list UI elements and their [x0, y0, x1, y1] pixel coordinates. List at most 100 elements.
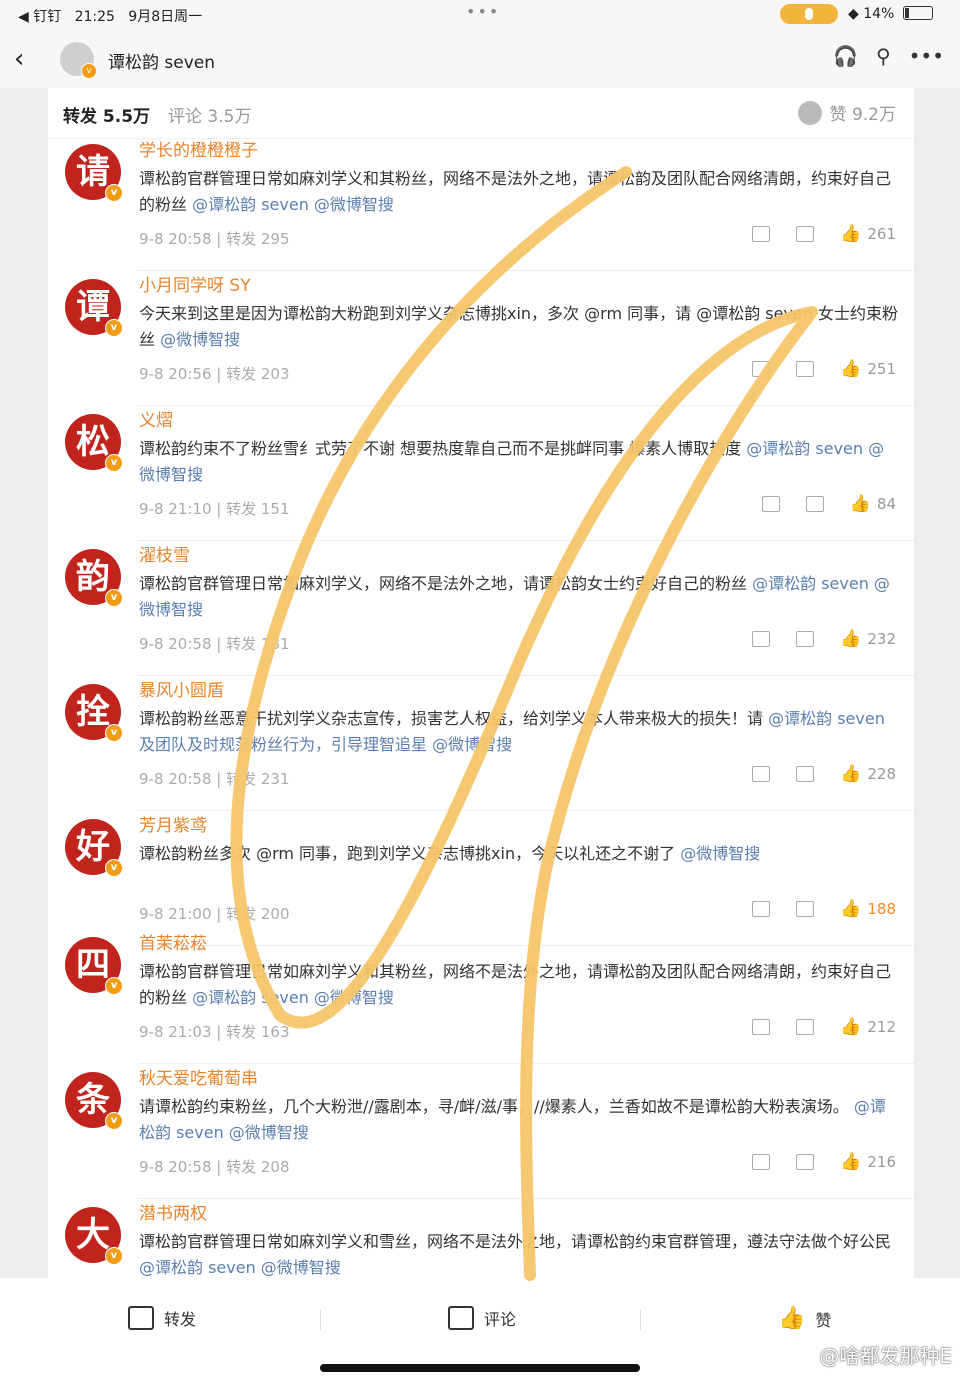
avatar-glyph: 大 [76, 1215, 110, 1255]
comment-button[interactable]: 评论 [448, 1306, 516, 1330]
timestamp: 9-8 21:10 [139, 500, 212, 518]
comment-item[interactable]: 大 v 潜书两权 谭松韵官群管理日常如麻刘学义和雪丝，网络不是法外之地，请谭松韵… [48, 1199, 914, 1278]
tab-likes[interactable]: 赞 9.2万 [797, 100, 896, 125]
comment-icon[interactable] [796, 766, 815, 782]
thumb-up-icon[interactable]: 👍 [840, 899, 861, 919]
mention-link[interactable]: @谭松韵 seven @微博智搜 [192, 195, 394, 214]
repost-icon[interactable] [752, 766, 771, 782]
comment-item[interactable]: 松 v 义熠 谭松韵约束不了粉丝雪纟式劳了不谢 想要热度靠自己而不是挑衅同事 爆… [48, 406, 914, 541]
avatar[interactable]: 四 v [65, 937, 123, 995]
comment-item[interactable]: 谭 v 小月同学呀 SY 今天来到这里是因为谭松韵大粉跑到刘学义杂志博挑xin，… [48, 271, 914, 406]
comment-item[interactable]: 韵 v 濯枝雪 谭松韵官群管理日常如麻刘学义，网络不是法外之地，请谭松韵女士约束… [48, 541, 914, 676]
username[interactable]: 小月同学呀 SY [139, 271, 251, 296]
username[interactable]: 濯枝雪 [139, 541, 190, 566]
comment-item[interactable]: 好 v 芳月紫鸢 谭松韵粉丝多次 @rm 同事，跑到刘学义杂志博挑xin，今天以… [48, 811, 914, 946]
username[interactable]: 首茉菘菘 [139, 929, 207, 954]
comment-icon[interactable] [805, 496, 824, 512]
thumb-up-icon[interactable]: 👍 [840, 224, 861, 244]
avatar[interactable]: 韵 v [65, 549, 123, 607]
thumb-up-icon[interactable]: 👍 [840, 629, 861, 649]
avatar [797, 100, 822, 125]
comment-actions: 👍 251 [726, 359, 896, 379]
username[interactable]: 暴风小圆盾 [139, 676, 224, 701]
thumb-up-icon[interactable]: 👍 [840, 764, 861, 784]
comment-meta: 9-8 20:58 | 转发 181 [139, 635, 290, 653]
mention-link[interactable]: @谭松韵 seven @微博智搜 [139, 1258, 341, 1277]
microphone-icon [780, 4, 838, 24]
comment-meta: 9-8 20:56 | 转发 203 [139, 365, 290, 383]
avatar[interactable]: 条 v [65, 1072, 123, 1130]
mention-link[interactable]: @微博智搜 [160, 330, 240, 349]
repost-count: 转发 200 [226, 905, 290, 923]
repost-icon[interactable] [752, 361, 771, 377]
page-title: 谭松韵 seven [108, 53, 216, 73]
avatar[interactable]: 松 v [65, 414, 123, 472]
comment-actions: 👍 228 [726, 764, 896, 784]
listen-icon[interactable]: 🎧 [833, 44, 858, 68]
comment-icon[interactable] [796, 1019, 815, 1035]
tab-repost[interactable]: 转发 5.5万 [63, 102, 150, 127]
comment-icon[interactable] [796, 226, 815, 242]
search-icon[interactable]: ⚲ [876, 44, 891, 68]
repost-button[interactable]: 转发 [128, 1306, 196, 1330]
like-count: 228 [867, 765, 896, 783]
thumb-up-icon[interactable]: 👍 [840, 1152, 861, 1172]
username[interactable]: 学长的橙橙橙子 [139, 136, 258, 161]
comment-item[interactable]: 请 v 学长的橙橙橙子 谭松韵官群管理日常如麻刘学义和其粉丝，网络不是法外之地，… [48, 136, 914, 271]
thumb-up-icon[interactable]: 👍 [840, 359, 861, 379]
username[interactable]: 义熠 [139, 406, 173, 431]
comment-text: 谭松韵粉丝多次 @rm 同事，跑到刘学义杂志博挑xin，今天以礼还之不谢了 @微… [139, 841, 899, 867]
tab-comment[interactable]: 评论 3.5万 [168, 102, 251, 127]
comment-item[interactable]: 四 v 首茉菘菘 谭松韵官群管理日常如麻刘学义和其粉丝，网络不是法外之地，请谭松… [48, 929, 914, 1064]
mention-link[interactable]: @谭松韵 seven @微博智搜 [192, 988, 394, 1007]
comment-actions: 👍 188 [726, 899, 896, 919]
home-indicator[interactable] [320, 1364, 640, 1372]
username[interactable]: 秋天爱吃葡萄串 [139, 1064, 258, 1089]
like-count: 251 [867, 360, 896, 378]
comment-body: 请谭松韵约束粉丝，几个大粉泄//露剧本，寻/衅/滋/事，//爆素人，兰香如故不是… [139, 1097, 849, 1116]
avatar[interactable]: v [60, 42, 97, 79]
multitask-dots-icon[interactable]: ••• [466, 2, 500, 21]
like-button[interactable]: 👍 赞 [778, 1306, 831, 1331]
comment-text: 谭松韵约束不了粉丝雪纟式劳了不谢 想要热度靠自己而不是挑衅同事 爆素人博取热度 … [139, 436, 899, 488]
like-count: 188 [867, 900, 896, 918]
avatar[interactable]: 请 v [65, 144, 123, 202]
thumb-up-icon[interactable]: 👍 [850, 494, 871, 514]
divider [320, 1310, 321, 1330]
like-count: 232 [867, 630, 896, 648]
comment-icon[interactable] [796, 901, 815, 917]
back-arrow-icon[interactable]: ‹ [14, 44, 24, 74]
avatar-glyph: 请 [76, 152, 110, 192]
comment-icon[interactable] [796, 631, 815, 647]
repost-icon[interactable] [752, 901, 771, 917]
repost-icon[interactable] [752, 1154, 771, 1170]
timestamp: 9-8 20:58 [139, 770, 212, 788]
mention-link[interactable]: @微博智搜 [680, 844, 760, 863]
verified-icon: v [105, 724, 123, 742]
avatar-glyph: 好 [76, 827, 110, 867]
comment-icon[interactable] [796, 1154, 815, 1170]
comment-icon[interactable] [796, 361, 815, 377]
repost-icon[interactable] [752, 226, 771, 242]
username[interactable]: 芳月紫鸢 [139, 811, 207, 836]
like-label: 赞 [815, 1310, 832, 1330]
avatar[interactable]: 好 v [65, 819, 123, 877]
like-count: 216 [867, 1153, 896, 1171]
verified-icon: v [105, 859, 123, 877]
thumb-up-icon[interactable]: 👍 [840, 1017, 861, 1037]
timestamp: 9-8 21:03 [139, 1023, 212, 1041]
timestamp: 9-8 20:58 [139, 635, 212, 653]
comment-item[interactable]: 拴 v 暴风小圆盾 谭松韵粉丝恶意干扰刘学义杂志宣传，损害艺人权益，给刘学义本人… [48, 676, 914, 811]
repost-icon[interactable] [761, 496, 780, 512]
repost-icon[interactable] [752, 631, 771, 647]
comment-text: 今天来到这里是因为谭松韵大粉跑到刘学义杂志博挑xin，多次 @rm 同事，请 @… [139, 301, 899, 353]
avatar[interactable]: 拴 v [65, 684, 123, 742]
verified-icon: v [105, 184, 123, 202]
comment-item[interactable]: 条 v 秋天爱吃葡萄串 请谭松韵约束粉丝，几个大粉泄//露剧本，寻/衅/滋/事，… [48, 1064, 914, 1199]
avatar[interactable]: 大 v [65, 1207, 123, 1265]
username[interactable]: 潜书两权 [139, 1199, 207, 1224]
verified-icon: v [105, 977, 123, 995]
avatar[interactable]: 谭 v [65, 279, 123, 337]
repost-icon[interactable] [752, 1019, 771, 1035]
more-icon[interactable]: ••• [909, 44, 944, 68]
